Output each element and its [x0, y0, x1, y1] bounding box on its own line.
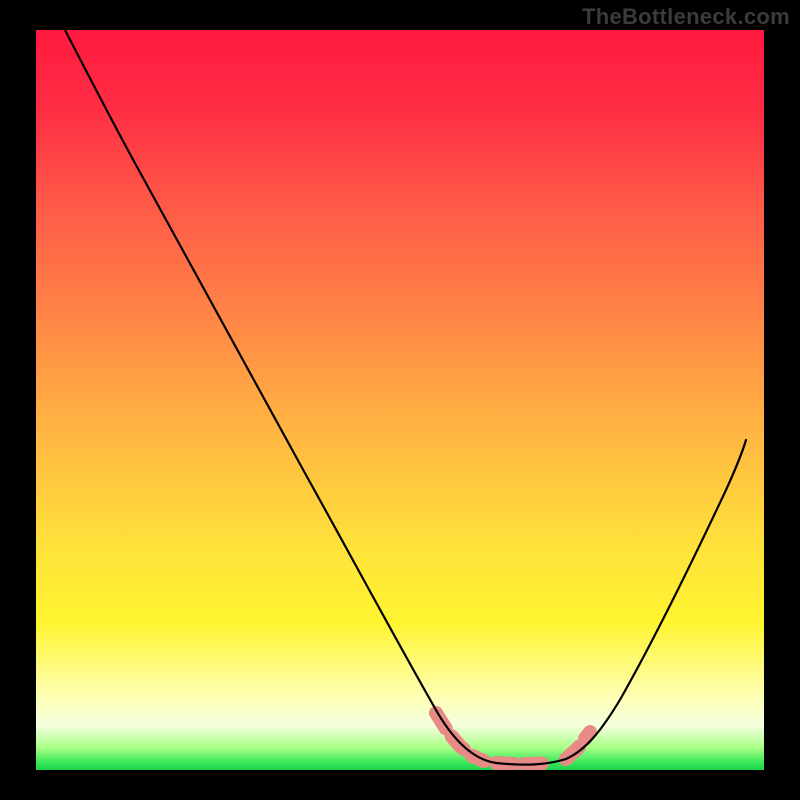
plot-gradient-background — [36, 30, 764, 770]
chart-frame: TheBottleneck.com — [0, 0, 800, 800]
watermark-text: TheBottleneck.com — [582, 4, 790, 30]
